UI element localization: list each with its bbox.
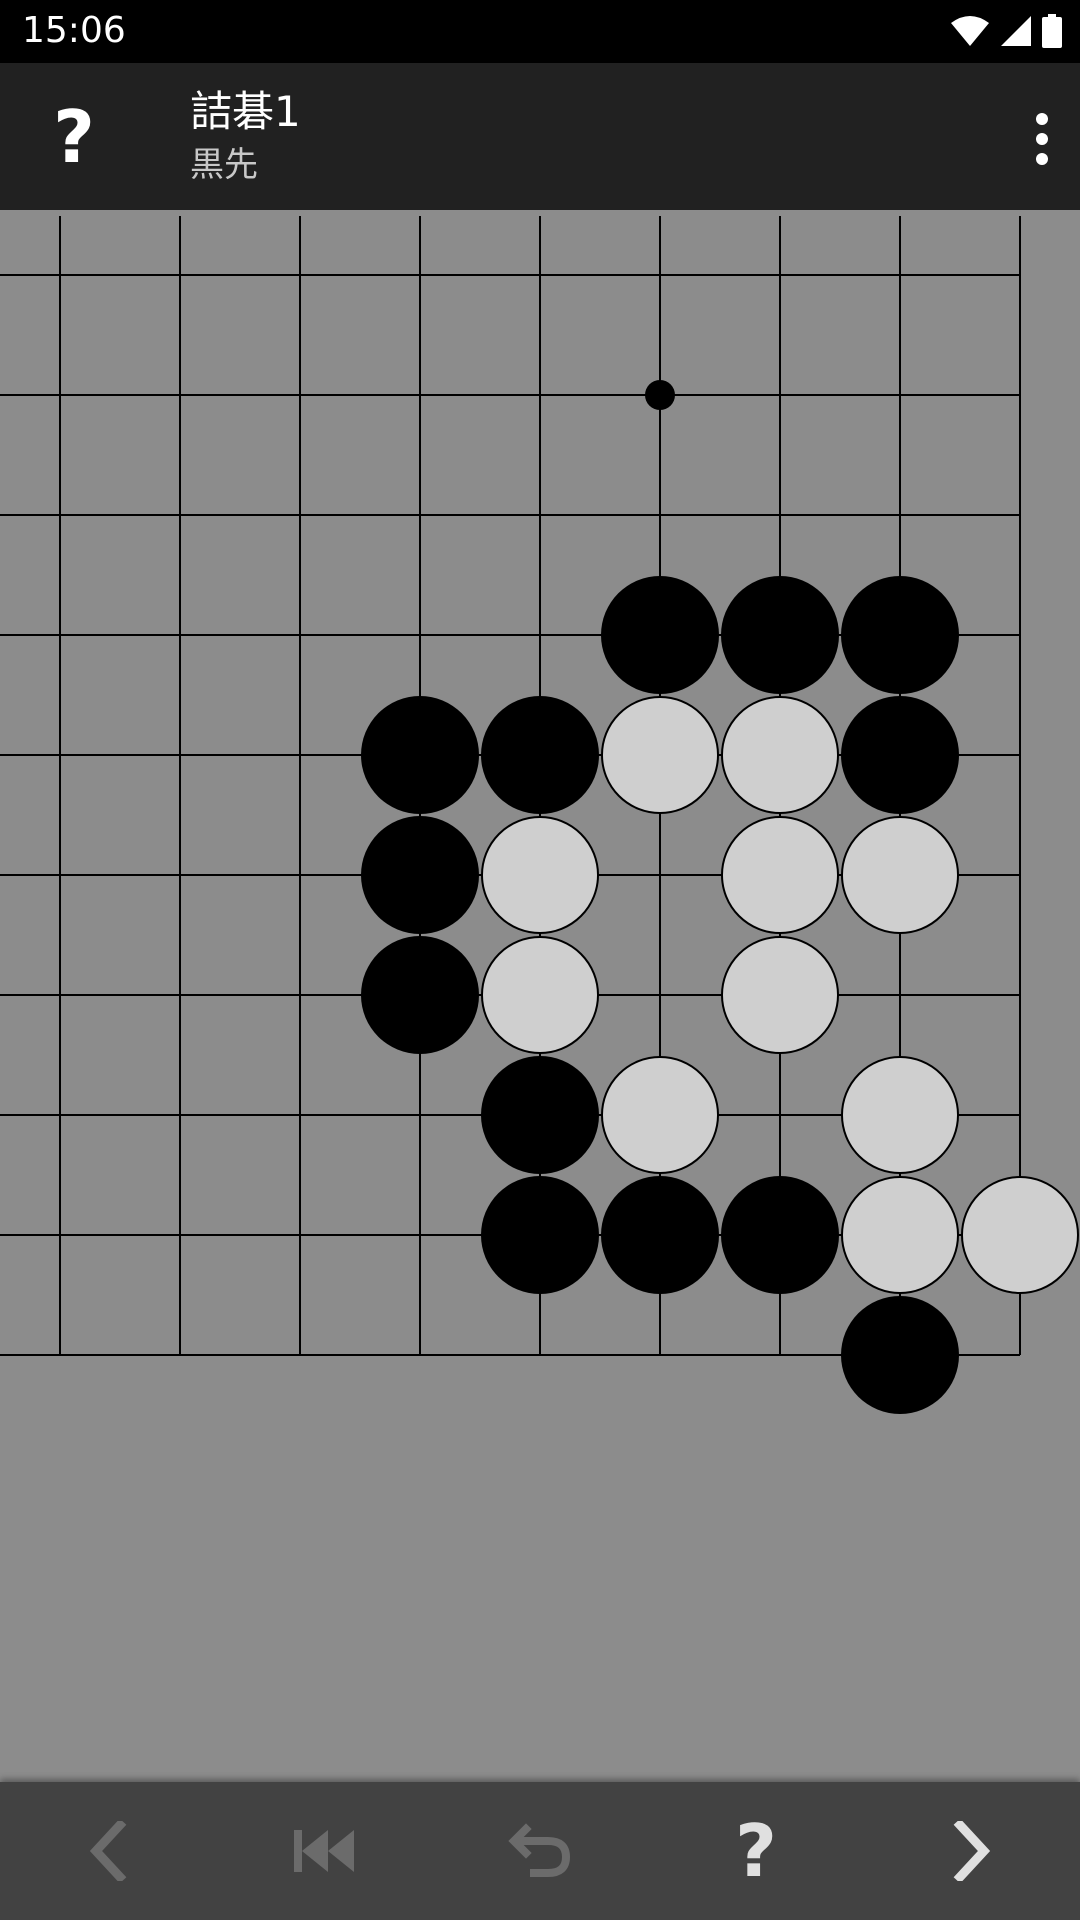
battery-icon bbox=[1042, 14, 1062, 48]
black-stone bbox=[481, 1176, 599, 1294]
bottom-toolbar: ? bbox=[0, 1782, 1080, 1920]
white-stone bbox=[481, 816, 599, 934]
white-stone bbox=[841, 1056, 959, 1174]
white-stone bbox=[721, 816, 839, 934]
black-stone bbox=[721, 576, 839, 694]
white-stone bbox=[601, 1056, 719, 1174]
black-stone bbox=[361, 696, 479, 814]
status-icons bbox=[950, 13, 1062, 49]
star-point bbox=[645, 380, 675, 410]
black-stone bbox=[361, 936, 479, 1054]
white-stone bbox=[961, 1176, 1079, 1294]
white-stone bbox=[841, 1176, 959, 1294]
skip-to-start-icon bbox=[294, 1830, 354, 1872]
previous-button[interactable] bbox=[0, 1782, 216, 1920]
black-stone bbox=[601, 576, 719, 694]
go-board[interactable] bbox=[0, 210, 1080, 1782]
white-stone bbox=[601, 696, 719, 814]
board-area bbox=[0, 210, 1080, 1782]
undo-button[interactable] bbox=[432, 1782, 648, 1920]
status-bar: 15:06 bbox=[0, 0, 1080, 63]
more-vert-icon bbox=[1036, 113, 1048, 165]
chevron-left-icon bbox=[89, 1821, 127, 1881]
page-subtitle: 黒先 bbox=[190, 145, 258, 185]
page-title: 詰碁1 bbox=[190, 87, 301, 136]
status-time: 15:06 bbox=[22, 10, 126, 51]
black-stone bbox=[361, 816, 479, 934]
white-stone bbox=[721, 936, 839, 1054]
black-stone bbox=[601, 1176, 719, 1294]
white-stone bbox=[841, 816, 959, 934]
help-icon: ? bbox=[53, 95, 95, 179]
next-button[interactable] bbox=[864, 1782, 1080, 1920]
black-stone bbox=[841, 576, 959, 694]
chevron-right-icon bbox=[953, 1821, 991, 1881]
wifi-icon bbox=[951, 16, 989, 46]
white-stone bbox=[721, 696, 839, 814]
black-stone bbox=[481, 696, 599, 814]
hint-button[interactable]: ? bbox=[648, 1782, 864, 1920]
help-button[interactable]: ? bbox=[30, 93, 118, 181]
rewind-button[interactable] bbox=[216, 1782, 432, 1920]
overflow-menu-button[interactable] bbox=[1002, 103, 1062, 175]
black-stone bbox=[841, 1296, 959, 1414]
cellular-signal-icon bbox=[1001, 16, 1031, 46]
app-bar: ? 詰碁1 黒先 bbox=[0, 63, 1080, 210]
black-stone bbox=[721, 1176, 839, 1294]
white-stone bbox=[481, 936, 599, 1054]
undo-icon bbox=[508, 1823, 571, 1877]
help-icon: ? bbox=[735, 1809, 777, 1893]
black-stone bbox=[481, 1056, 599, 1174]
black-stone bbox=[841, 696, 959, 814]
